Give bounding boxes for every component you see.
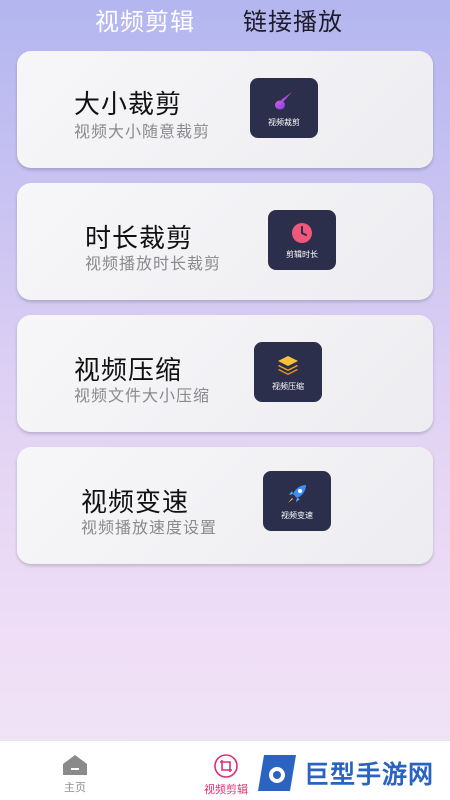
nav-video-edit[interactable]: 视频剪辑	[196, 754, 256, 797]
video-compress-badge[interactable]: 视频压缩	[254, 342, 322, 402]
size-crop-badge[interactable]: 视频裁剪	[250, 78, 318, 138]
clock-icon	[292, 222, 312, 243]
card-title: 大小裁剪	[74, 90, 183, 120]
duration-crop-badge[interactable]: 剪辑时长	[268, 210, 336, 270]
nav-home-label: 主页	[64, 781, 86, 794]
card-video-compress[interactable]: 视频压缩 视频文件大小压缩 视频压缩	[17, 315, 433, 432]
watermark-logo: 巨型手游网	[256, 745, 450, 800]
nav-home[interactable]: 主页	[55, 754, 95, 795]
brush-icon	[275, 91, 292, 109]
badge-label: 视频变速	[281, 510, 313, 520]
site-logo-icon	[258, 754, 296, 791]
video-speed-badge[interactable]: 视频变速	[263, 471, 331, 531]
layers-icon	[278, 355, 298, 375]
crop-icon	[214, 754, 238, 778]
tab-link-play[interactable]: 链接播放	[243, 2, 343, 37]
card-subtitle: 视频播放速度设置	[81, 518, 218, 537]
home-icon	[63, 755, 87, 775]
card-subtitle: 视频大小随意裁剪	[74, 122, 211, 141]
watermark-text: 巨型手游网	[304, 760, 435, 789]
tab-video-edit[interactable]: 视频剪辑	[95, 2, 195, 37]
card-duration-crop[interactable]: 时长裁剪 视频播放时长裁剪 剪辑时长	[17, 183, 433, 300]
card-subtitle: 视频播放时长裁剪	[85, 254, 222, 273]
rocket-icon	[288, 484, 306, 503]
card-size-crop[interactable]: 大小裁剪 视频大小随意裁剪 视频裁剪	[17, 51, 433, 168]
card-video-speed[interactable]: 视频变速 视频播放速度设置 视频变速	[17, 447, 433, 564]
card-subtitle: 视频文件大小压缩	[74, 386, 211, 405]
top-tabs: 视频剪辑 链接播放	[0, 0, 450, 40]
badge-label: 视频压缩	[272, 381, 304, 391]
badge-label: 视频裁剪	[268, 117, 300, 127]
nav-edit-label: 视频剪辑	[204, 783, 248, 796]
badge-label: 剪辑时长	[286, 249, 318, 259]
